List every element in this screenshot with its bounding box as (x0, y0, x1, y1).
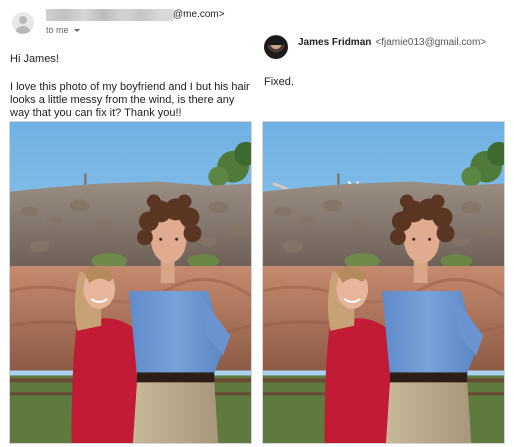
reply-body: Fixed. (264, 76, 294, 88)
sender-name-redacted (46, 9, 174, 21)
recipient-label: to me (46, 25, 69, 35)
edited-photo (262, 121, 505, 444)
email-greeting: Hi James! (10, 53, 59, 65)
reply-email-panel: James Fridman <fjamie013@gmail.com> Fixed… (258, 0, 514, 447)
original-photo (9, 121, 252, 444)
reply-sender-email: <fjamie013@gmail.com> (375, 37, 487, 48)
email-body: I love this photo of my boyfriend and I … (10, 81, 250, 119)
reply-sender: James Fridman <fjamie013@gmail.com> (298, 37, 486, 49)
reply-sender-name: James Fridman (298, 37, 372, 48)
original-email-panel: @me.com> to me Hi James! I love this pho… (0, 0, 256, 447)
recipient-dropdown[interactable]: to me (46, 25, 80, 36)
profile-photo (264, 35, 288, 59)
person-placeholder-icon (12, 12, 34, 34)
chevron-down-icon (73, 29, 80, 33)
sender-domain: @me.com> (173, 9, 225, 20)
